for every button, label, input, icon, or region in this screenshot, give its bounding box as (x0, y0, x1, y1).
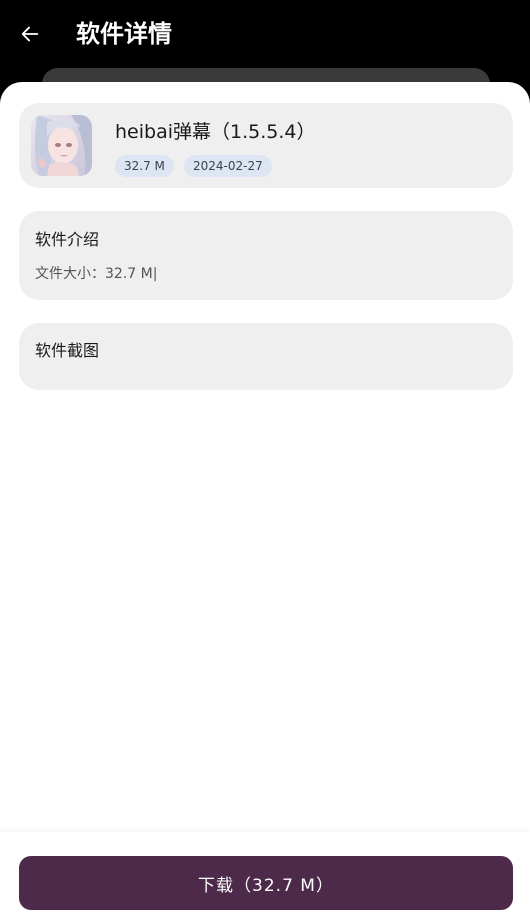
screenshots-heading: 软件截图 (35, 341, 100, 360)
app-name: heibai弹幕（1.5.5.4） (115, 121, 316, 143)
page-title: 软件详情 (76, 20, 172, 48)
intro-text: 文件大小：32.7 M| (35, 266, 158, 282)
intro-heading: 软件介绍 (35, 230, 100, 249)
screenshots-card: 软件截图 (19, 323, 513, 390)
date-badge: 2024-02-27 (184, 155, 272, 177)
app-info-card: heibai弹幕（1.5.5.4） 32.7 M 2024-02-27 (19, 103, 513, 188)
download-button[interactable]: 下载（32.7 M） (19, 856, 513, 910)
size-badge: 32.7 M (115, 155, 174, 177)
arrow-left-icon (21, 26, 39, 42)
app-icon (31, 115, 92, 176)
detail-sheet (0, 82, 530, 920)
intro-card: 软件介绍 文件大小：32.7 M| (19, 211, 513, 300)
back-button[interactable] (14, 18, 46, 50)
